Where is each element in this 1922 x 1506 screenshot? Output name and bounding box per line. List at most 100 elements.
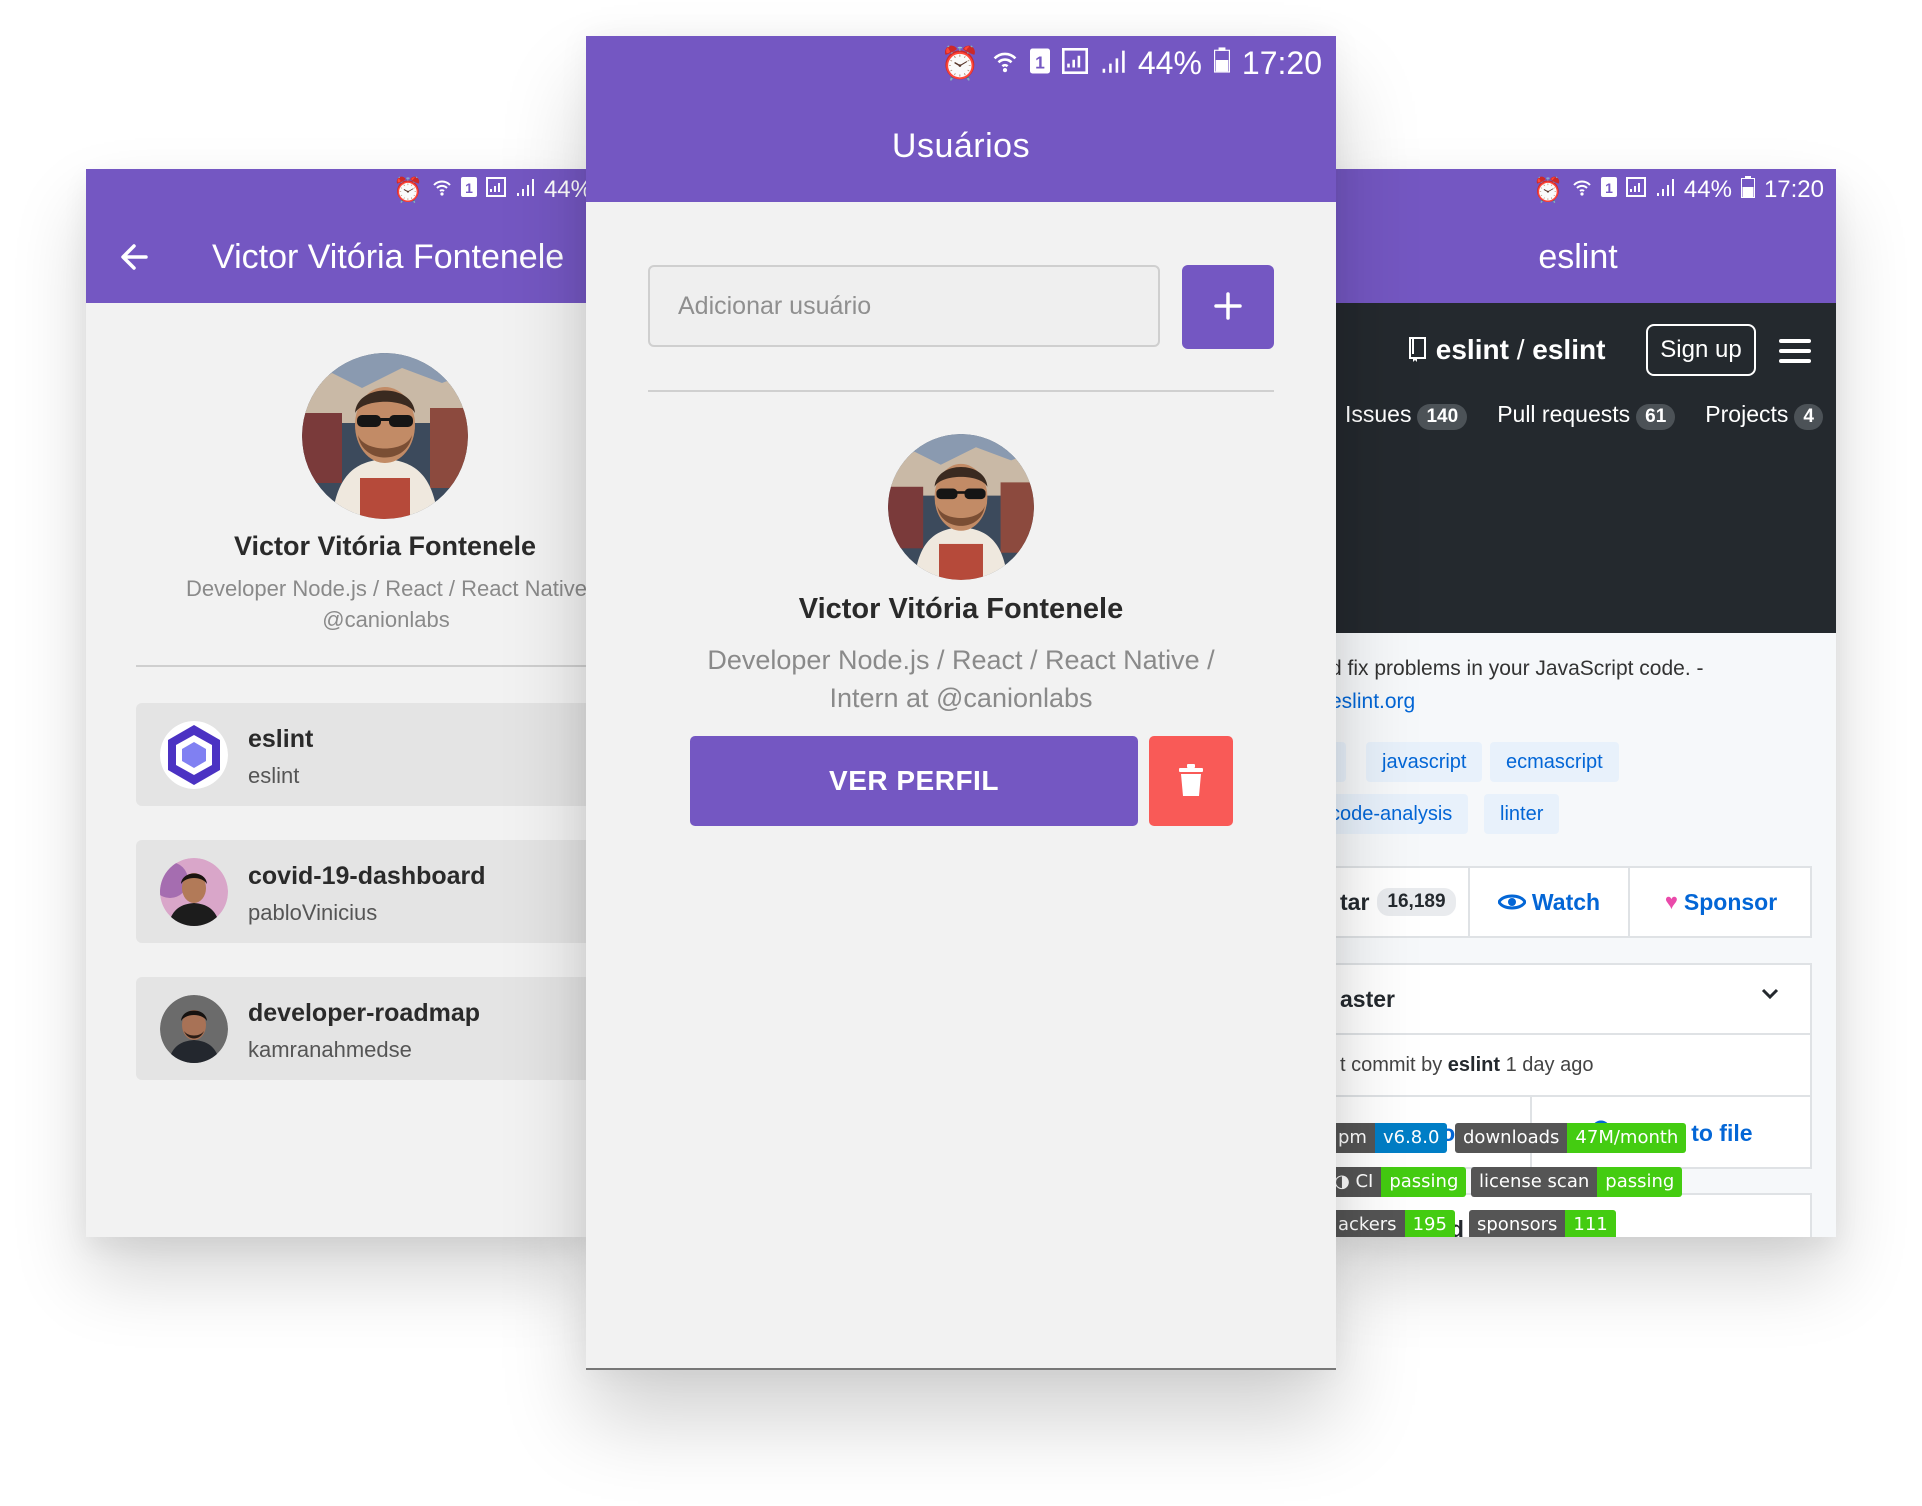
watch-button[interactable]: Watch: [1468, 868, 1628, 936]
branch-box: aster t commit by eslint 1 day ago View …: [1330, 963, 1812, 1169]
list-item[interactable]: developer-roadmap kamranahmedse: [136, 977, 592, 1080]
signal-icon: [1655, 176, 1675, 204]
list-item[interactable]: eslint eslint: [136, 703, 592, 806]
issues-count: 140: [1417, 404, 1468, 430]
repo-owner: pabloVinicius: [248, 900, 378, 925]
plus-icon: [1214, 291, 1242, 320]
users-screen: ⏰ 1 44% 17:20 Usuários Adicionar usuário…: [586, 36, 1336, 1370]
network-icon: [485, 176, 506, 204]
sim-icon: 1: [1029, 45, 1050, 82]
eye-icon: [1497, 894, 1526, 910]
repo-description: d fix problems in your JavaScript code. …: [1330, 657, 1704, 680]
avatar: [302, 353, 468, 519]
topic-tag[interactable]: code-analysis: [1330, 794, 1469, 834]
avatar: [160, 858, 228, 926]
battery-level: 44%: [1137, 44, 1202, 81]
alarm-icon: ⏰: [393, 176, 423, 204]
repo-name: eslint: [1532, 334, 1606, 365]
battery-icon: [1213, 45, 1230, 82]
app-bar: eslint: [1330, 211, 1836, 303]
topic-tag[interactable]: javascript: [1366, 742, 1483, 782]
sim-icon: 1: [1600, 176, 1617, 204]
repo-owner: eslint: [248, 763, 300, 788]
list-item[interactable]: covid-19-dashboard pabloVinicius: [136, 840, 592, 943]
app-bar: Usuários: [586, 90, 1336, 202]
github-header: eslint / eslint Sign up Issues 140 Pull r…: [1330, 303, 1836, 633]
page-title: Victor Vitória Fontenele: [212, 238, 565, 276]
page-title: Usuários: [891, 126, 1031, 165]
view-code-button[interactable]: View code: [1330, 1097, 1530, 1169]
repo-separator: /: [1508, 334, 1533, 365]
branch-name[interactable]: aster: [1340, 965, 1395, 1033]
chevron-down-icon[interactable]: [1760, 987, 1780, 1006]
clock: 17:20: [1763, 176, 1824, 203]
topic-tag[interactable]: linter: [1484, 794, 1560, 834]
battery-level: 44%: [1683, 176, 1732, 203]
delete-user-button[interactable]: [1149, 736, 1233, 826]
sim-icon: 1: [460, 176, 477, 204]
signal-icon: [515, 176, 535, 204]
tab-pull-requests[interactable]: Pull requests 61: [1497, 401, 1676, 430]
user-name: Victor Vitória Fontenele: [798, 593, 1124, 625]
pull-requests-count: 61: [1636, 404, 1676, 430]
add-user-button[interactable]: [1182, 265, 1274, 349]
wifi-icon: [992, 45, 1018, 82]
readme-title: EADME.md: [1340, 1216, 1464, 1237]
profile-screen: ⏰ 1 44% Victor Vitória Fontenele Victor …: [86, 169, 592, 1237]
status-bar: ⏰ 1 44% 17:20: [1330, 169, 1836, 211]
svg-text:1: 1: [1605, 180, 1613, 196]
clock: 17:20: [1241, 44, 1322, 81]
user-name: Victor Vitória Fontenele: [233, 531, 537, 561]
add-user-input[interactable]: [648, 265, 1160, 347]
website-link[interactable]: eslint.org: [1330, 690, 1415, 714]
repo-owner: eslint: [1435, 334, 1509, 365]
user-bio: Developer Node.js / React / React Native…: [707, 645, 1215, 713]
projects-count: 4: [1794, 404, 1823, 430]
readme-box: EADME.md: [1330, 1193, 1812, 1237]
alarm-icon: ⏰: [1533, 176, 1563, 204]
repo-book-icon: [1408, 334, 1436, 365]
star-button[interactable]: tar 16,189: [1340, 868, 1456, 936]
star-count: 16,189: [1377, 888, 1456, 916]
heart-icon: ♥: [1664, 889, 1678, 914]
battery-icon: [1740, 175, 1755, 205]
wifi-icon: [1572, 176, 1592, 204]
view-profile-button[interactable]: VER PERFIL: [690, 736, 1138, 826]
tab-projects[interactable]: Projects 4: [1705, 401, 1823, 430]
trash-icon: [1179, 763, 1203, 796]
signal-icon: [1100, 45, 1126, 82]
sponsor-button[interactable]: ♥ Sponsor: [1628, 868, 1812, 936]
github-repo-screen: ⏰ 1 44% 17:20 eslint eslint / eslint Sig…: [1330, 169, 1836, 1237]
header: ⏰ 1 44% 17:20 Usuários: [586, 36, 1336, 202]
repo-name: developer-roadmap: [248, 999, 481, 1027]
avatar: [888, 434, 1034, 580]
battery-level: 44%: [543, 176, 592, 203]
repo-name: eslint: [248, 725, 314, 753]
header: ⏰ 1 44% 17:20 eslint: [1330, 169, 1836, 303]
repo-actions: tar 16,189 Watch ♥ Sponsor: [1330, 866, 1812, 938]
sign-up-button[interactable]: Sign up: [1646, 324, 1756, 376]
topic-tag[interactable]: ecmascript: [1490, 742, 1619, 782]
svg-text:1: 1: [1035, 52, 1045, 72]
hamburger-menu-icon[interactable]: [1779, 339, 1811, 369]
last-commit: t commit by eslint 1 day ago: [1340, 1054, 1594, 1076]
bottom-edge: [586, 1368, 1336, 1370]
page-title: eslint: [1538, 237, 1618, 276]
status-bar: ⏰ 1 44% 17:20: [586, 36, 1336, 90]
eslint-logo-icon: [160, 721, 228, 789]
back-arrow-icon[interactable]: [112, 233, 160, 281]
repo-path[interactable]: eslint / eslint: [1408, 334, 1605, 366]
search-icon: [1591, 1120, 1617, 1146]
alarm-icon: ⏰: [940, 45, 980, 81]
user-bio: Developer Node.js / React / React Native…: [185, 576, 592, 601]
divider: [648, 390, 1274, 392]
status-bar: ⏰ 1 44%: [86, 169, 592, 211]
avatar: [160, 995, 228, 1063]
repo-name: covid-19-dashboard: [248, 862, 486, 890]
tab-issues[interactable]: Issues 140: [1345, 401, 1468, 430]
user-bio-company: @canionlabs: [322, 607, 450, 632]
repo-tabs: Issues 140 Pull requests 61 Projects 4: [1345, 401, 1823, 430]
wifi-icon: [432, 176, 452, 204]
jump-to-file-button[interactable]: Jump to file: [1530, 1097, 1812, 1169]
svg-text:1: 1: [465, 180, 473, 196]
